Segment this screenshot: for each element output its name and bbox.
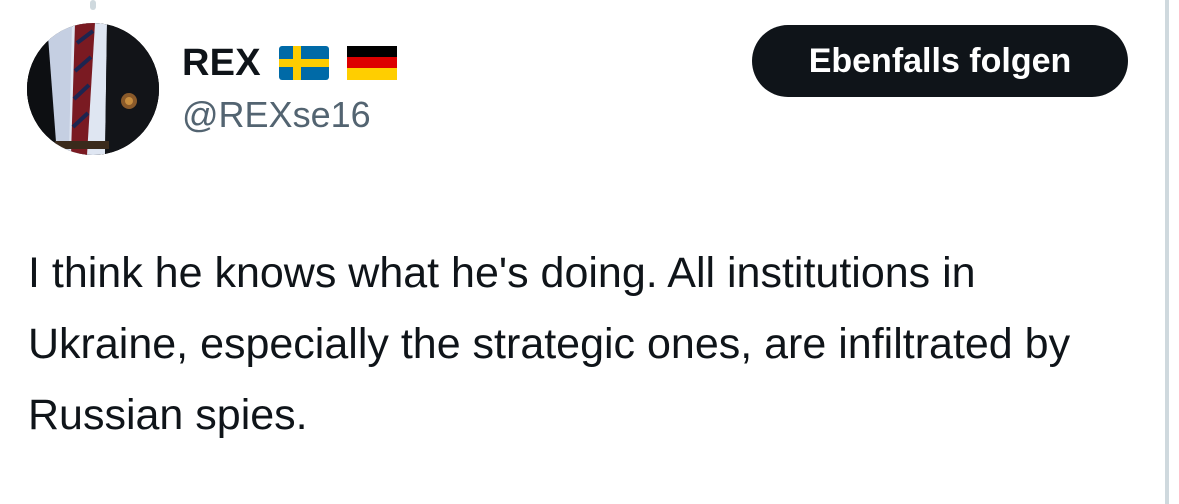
name-row: REX [182, 40, 397, 86]
tweet-text: I think he knows what he's doing. All in… [28, 249, 1071, 439]
author-block: REX @REXse16 [182, 40, 397, 136]
avatar-icon [27, 23, 159, 155]
avatar[interactable] [27, 23, 159, 155]
sweden-flag-icon [278, 46, 329, 80]
column-border [1165, 0, 1169, 504]
follow-back-button[interactable]: Ebenfalls folgen [752, 25, 1128, 97]
thread-connector-line [90, 0, 96, 10]
user-handle[interactable]: @REXse16 [182, 94, 397, 136]
display-name[interactable]: REX [182, 42, 261, 85]
germany-flag-icon [346, 46, 397, 80]
